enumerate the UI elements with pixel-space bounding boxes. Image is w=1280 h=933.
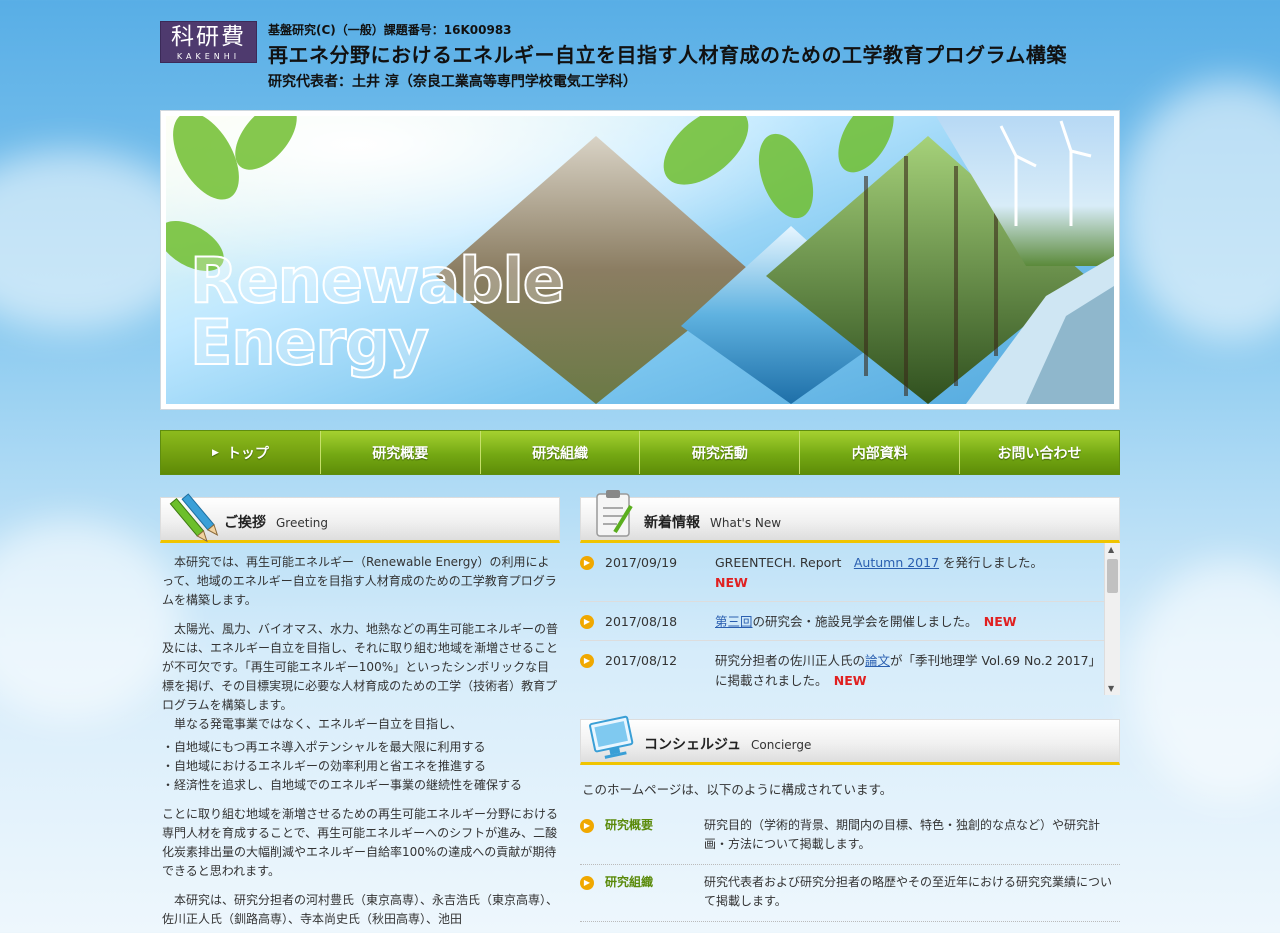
list-item: ・自地域にもつ再エネ導入ポテンシャルを最大限に利用する bbox=[162, 740, 486, 754]
news-text: 第三回の研究会・施設見学会を開催しました。 NEW bbox=[715, 614, 1017, 629]
news-link[interactable]: 論文 bbox=[865, 653, 890, 668]
greeting-section: ご挨拶 Greeting 本研究では、再生可能エネルギー（Renewable En… bbox=[160, 493, 560, 933]
site-header: 科研費 KAKENHI 基盤研究(C)（一般）課題番号：16K00983 再エネ… bbox=[160, 18, 1120, 96]
news-date: 2017/09/19 bbox=[605, 555, 678, 570]
greeting-paragraph: 本研究では、再生可能エネルギー（Renewable Energy）の利用によって… bbox=[162, 555, 557, 607]
nav-label: 研究活動 bbox=[691, 445, 748, 462]
page-wrapper: 科研費 KAKENHI 基盤研究(C)（一般）課題番号：16K00983 再エネ… bbox=[160, 0, 1120, 933]
greeting-paragraph: 本研究は、研究分担者の河村豊氏（東京高専）、永吉浩氏（東京高専）、佐川正人氏（釧… bbox=[162, 893, 559, 926]
nav-label: 研究組織 bbox=[532, 445, 589, 462]
list-item: ・経済性を追求し、自地域でのエネルギー事業の継続性を確保する bbox=[162, 778, 523, 792]
concierge-link-overview[interactable]: ▶ 研究概要 bbox=[580, 816, 704, 854]
arrow-right-icon: ▶ bbox=[580, 819, 594, 833]
nav-label: 研究概要 bbox=[372, 445, 429, 462]
nav-contact[interactable]: お問い合わせ bbox=[959, 431, 1119, 474]
news-list[interactable]: ▶ 2017/09/19 GREENTECH. Report Autumn 20… bbox=[580, 543, 1120, 695]
nav-research-overview[interactable]: 研究概要 bbox=[319, 431, 480, 474]
arrow-right-icon: ▶ bbox=[580, 654, 594, 668]
nav-label: お問い合わせ bbox=[997, 445, 1082, 462]
greeting-paragraph: ことに取り組む地域を漸増させるための再生可能エネルギー分野における専門人材を育成… bbox=[162, 807, 559, 878]
news-date: 2017/08/12 bbox=[605, 653, 678, 668]
nav-research-organization[interactable]: 研究組織 bbox=[479, 431, 640, 474]
background-cloud bbox=[1120, 80, 1280, 340]
news-text: 研究分担者の佐川正人氏の論文が「季刊地理学 Vol.69 No.2 2017」に… bbox=[715, 653, 1102, 688]
news-text: GREENTECH. Report Autumn 2017 を発行しました。 NE… bbox=[715, 555, 1044, 590]
concierge-section: コンシェルジュ Concierge このホームページは、以下のように構成されていま… bbox=[580, 715, 1120, 922]
greeting-title-en: Greeting bbox=[276, 516, 328, 530]
new-badge: NEW bbox=[715, 575, 748, 590]
news-title: 新着情報 What's New bbox=[644, 515, 782, 531]
play-triangle-icon: ▶ bbox=[211, 447, 219, 458]
pencil-icon bbox=[169, 493, 219, 543]
arrow-right-icon: ▶ bbox=[580, 615, 594, 629]
right-column: 新着情報 What's New ▶ 2017/09/19 GREENTECH. R… bbox=[580, 490, 1120, 922]
scroll-up-icon[interactable]: ▲ bbox=[1108, 545, 1114, 554]
greeting-paragraph: 太陽光、風力、バイオマス、水力、地熱などの再生可能エネルギーの普及には、エネルギ… bbox=[162, 622, 559, 712]
clipboard-icon bbox=[596, 490, 633, 537]
concierge-text: 研究目的（学術的背景、期間内の目標、特色・独創的な点など）や研究計画・方法につい… bbox=[704, 818, 1101, 851]
page-title: 再エネ分野におけるエネルギー自立を目指す人材育成のための工学教育プログラム構築 bbox=[268, 43, 1067, 67]
background-cloud bbox=[1130, 560, 1280, 800]
arrow-right-icon: ▶ bbox=[580, 876, 594, 890]
concierge-title-en: Concierge bbox=[751, 738, 812, 752]
news-link[interactable]: Autumn 2017 bbox=[854, 555, 939, 570]
greeting-body: 本研究では、再生可能エネルギー（Renewable Energy）の利用によって… bbox=[160, 543, 560, 929]
project-id: 基盤研究(C)（一般）課題番号：16K00983 bbox=[268, 23, 512, 37]
concierge-item: ▶ 研究概要 研究目的（学術的背景、期間内の目標、特色・独創的な点など）や研究計画… bbox=[580, 808, 1120, 865]
news-item: ▶ 2017/09/19 GREENTECH. Report Autumn 20… bbox=[580, 543, 1120, 602]
news-title-en: What's New bbox=[710, 516, 782, 530]
news-link[interactable]: 第三回 bbox=[715, 614, 753, 629]
concierge-text: 研究代表者および研究分担者の略歴やその至近年における研究究業績について掲載します… bbox=[704, 875, 1113, 908]
nav-research-activities[interactable]: 研究活動 bbox=[639, 431, 800, 474]
hero-title-line1: Renewable bbox=[189, 244, 566, 317]
monitor-icon bbox=[589, 715, 634, 759]
concierge-title: コンシェルジュ Concierge bbox=[644, 737, 812, 753]
greeting-header: ご挨拶 Greeting bbox=[160, 493, 560, 543]
scroll-thumb[interactable] bbox=[1107, 559, 1118, 593]
new-badge: NEW bbox=[833, 673, 867, 688]
hero-banner: Renewable Energy bbox=[160, 110, 1120, 410]
representative: 研究代表者：土井 淳（奈良工業高等専門学校電気工学科） bbox=[268, 74, 637, 90]
news-header: 新着情報 What's New bbox=[580, 490, 1120, 543]
scroll-down-icon[interactable]: ▼ bbox=[1108, 684, 1114, 693]
kakenhi-logo[interactable]: 科研費 KAKENHI bbox=[160, 21, 257, 63]
news-date: 2017/08/18 bbox=[605, 614, 678, 629]
concierge-link-organization[interactable]: ▶ 研究組織 bbox=[580, 873, 704, 911]
hero-title-line2: Energy bbox=[189, 306, 430, 379]
logo-kanji: 科研費 bbox=[171, 24, 246, 50]
concierge-item: ▶ 研究組織 研究代表者および研究分担者の略歴やその至近年における研究究業績につい… bbox=[580, 865, 1120, 922]
list-item: ・自地域におけるエネルギーの効率利用と省エネを推進する bbox=[162, 759, 487, 773]
background-cloud bbox=[0, 520, 180, 720]
main-nav: ▶ トップ 研究概要 研究組織 研究活動 内部資料 お問い合わせ bbox=[160, 430, 1120, 475]
hero-title: Renewable Energy bbox=[189, 244, 566, 379]
nav-label: 内部資料 bbox=[851, 445, 908, 462]
greeting-bullets: ・自地域にもつ再エネ導入ポテンシャルを最大限に利用する ・自地域におけるエネルギ… bbox=[162, 738, 558, 795]
arrow-right-icon: ▶ bbox=[580, 556, 594, 570]
nav-top[interactable]: ▶ トップ bbox=[161, 431, 320, 474]
greeting-paragraph: 単なる発電事業ではなく、エネルギー自立を目指し、 bbox=[174, 717, 463, 731]
news-item: ▶ 2017/08/12 研究分担者の佐川正人氏の論文が「季刊地理学 Vol.6… bbox=[580, 641, 1120, 695]
nav-internal-materials[interactable]: 内部資料 bbox=[799, 431, 960, 474]
concierge-intro: このホームページは、以下のように構成されています。 bbox=[582, 782, 893, 797]
news-item: ▶ 2017/08/18 第三回の研究会・施設見学会を開催しました。 NEW bbox=[580, 602, 1120, 641]
logo-roman: KAKENHI bbox=[176, 52, 241, 61]
news-scrollbar[interactable]: ▲ ▼ bbox=[1104, 543, 1120, 695]
greeting-title: ご挨拶 Greeting bbox=[224, 515, 328, 531]
nav-label: トップ bbox=[226, 445, 269, 462]
concierge-header: コンシェルジュ Concierge bbox=[580, 715, 1120, 765]
new-badge: NEW bbox=[983, 614, 1017, 629]
